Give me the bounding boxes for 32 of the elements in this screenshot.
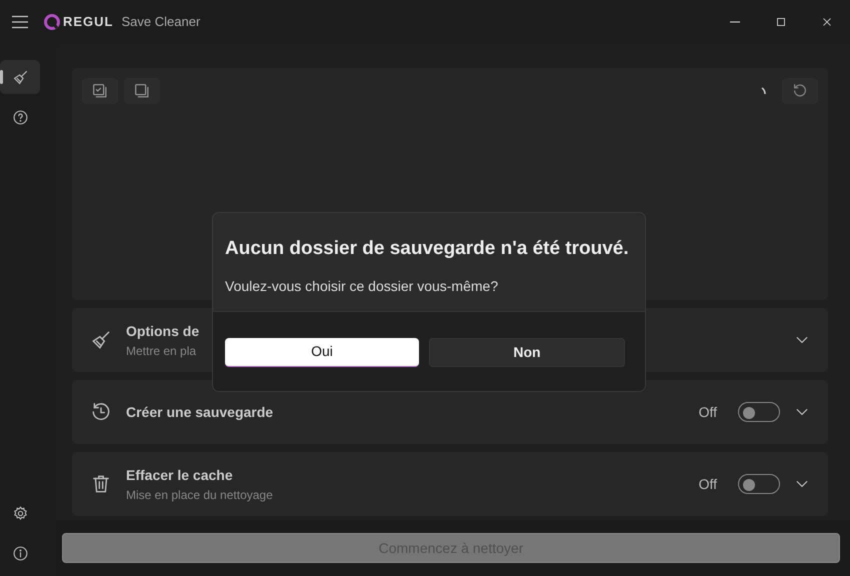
card-subtitle: Mise en place du nettoyage [126,486,273,504]
select-all-button[interactable] [82,78,118,104]
square-icon [133,82,151,100]
card-subtitle: Mettre en pla [126,342,198,360]
maximize-icon [774,15,788,29]
info-icon [12,544,28,562]
dialog-title: Aucun dossier de sauvegarde n'a été trouvé. [225,237,630,261]
help-icon [12,108,28,126]
confirm-button[interactable]: Oui [225,338,419,366]
nav-item[interactable] [0,60,40,94]
toggle-label: Off [698,402,717,422]
cancel-button[interactable]: Non [429,338,625,366]
menu-icon [11,15,29,29]
logo-text: REGUL [63,13,114,32]
logo-icon [44,14,60,30]
broom-icon [12,68,28,86]
toggle-switch[interactable] [738,474,780,494]
card-title: Effacer le cache [126,466,234,484]
checked-square-icon [91,82,109,100]
minimize-icon [730,21,740,23]
broom-icon [90,329,112,351]
refresh-button[interactable] [782,78,818,104]
history-icon [90,401,112,423]
toggle-switch[interactable] [738,402,780,422]
dialog-message: Voulez-vous choisir ce dossier vous-même? [225,276,500,296]
trash-icon [90,473,112,495]
toggle-label: Off [698,474,717,494]
settings-icon [12,504,28,522]
select-none-button[interactable] [124,78,160,104]
card-title: Créer une sauvegarde [126,402,274,422]
window-title: Save Cleaner [122,13,200,32]
card-title: Options de [126,322,200,341]
